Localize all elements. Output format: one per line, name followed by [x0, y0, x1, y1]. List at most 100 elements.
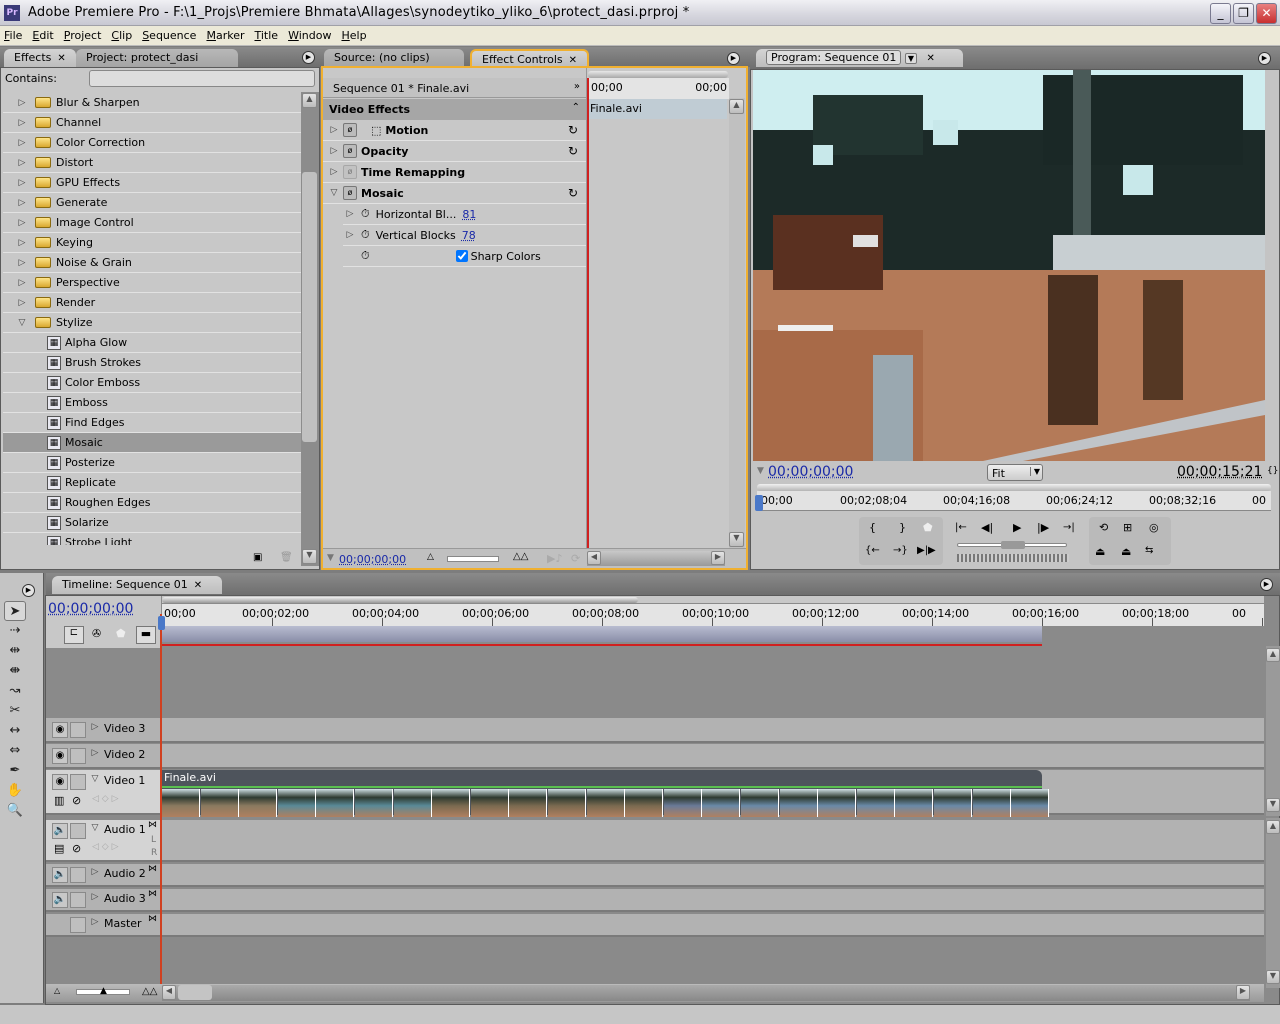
- lift-icon[interactable]: ⏏: [1095, 545, 1105, 558]
- sync-lock-icon[interactable]: ⋈: [148, 889, 157, 899]
- program-zoom-bar[interactable]: [757, 484, 1271, 491]
- timeline-playhead-line[interactable]: [160, 614, 162, 986]
- expand-triangle-icon[interactable]: ▷: [17, 298, 27, 308]
- loop-icon[interactable]: ⟲: [1099, 521, 1108, 534]
- collapse-triangle-icon[interactable]: ▽: [17, 318, 27, 328]
- scroll-left-button[interactable]: ◀: [162, 985, 176, 1000]
- timeline-playhead-handle[interactable]: [158, 616, 165, 630]
- tab-program[interactable]: Program: Sequence 01 ▼ ✕: [756, 49, 963, 67]
- expand-triangle-icon[interactable]: ▷: [345, 230, 355, 240]
- panel-menu-icon[interactable]: ▶: [22, 584, 35, 597]
- scroll-down-button[interactable]: ▼: [729, 532, 744, 547]
- stopwatch-icon[interactable]: ⏱: [361, 249, 370, 263]
- reset-icon[interactable]: ↻: [568, 186, 578, 200]
- effect-row-time-remapping[interactable]: ▷ ø Time Remapping: [323, 162, 586, 183]
- effect-folder[interactable]: ▷ Keying: [3, 233, 301, 253]
- tab-project[interactable]: Project: protect_dasi: [76, 49, 239, 67]
- effect-row-mosaic[interactable]: ▽ ø Mosaic ↻: [323, 183, 586, 204]
- effect-item[interactable]: ▦ Alpha Glow: [3, 333, 301, 353]
- scroll-down-button[interactable]: ▼: [1266, 798, 1280, 812]
- mark-in-icon[interactable]: {: [869, 521, 876, 534]
- zoom-in-icon[interactable]: △△: [142, 986, 157, 997]
- zoom-in-icon[interactable]: △△: [513, 551, 528, 562]
- expand-triangle-icon[interactable]: ▷: [329, 146, 339, 156]
- razor-tool[interactable]: ✂: [4, 701, 26, 721]
- track-lane-video-3[interactable]: [162, 718, 1264, 743]
- effect-item[interactable]: ▦ Find Edges: [3, 413, 301, 433]
- scroll-down-button[interactable]: ▼: [1266, 970, 1280, 984]
- expand-triangle-icon[interactable]: ▷: [329, 167, 339, 177]
- fx-toggle-icon[interactable]: ø: [343, 144, 357, 158]
- expand-triangle-icon[interactable]: ▷: [17, 198, 27, 208]
- rate-stretch-tool[interactable]: ↝: [4, 681, 26, 701]
- step-forward-icon[interactable]: |▶: [1037, 521, 1049, 534]
- mark-out-icon[interactable]: }: [899, 521, 906, 534]
- set-encore-marker-icon[interactable]: ✇: [92, 627, 101, 640]
- h-scroll-thumb[interactable]: [178, 985, 212, 1000]
- effect-folder[interactable]: ▷ Generate: [3, 193, 301, 213]
- menu-file[interactable]: File: [4, 29, 22, 42]
- effect-item[interactable]: ▦ Posterize: [3, 453, 301, 473]
- toggle-track-output-speaker-icon[interactable]: 🔈: [52, 823, 68, 839]
- program-sequence-select[interactable]: Program: Sequence 01: [766, 50, 902, 65]
- toggle-track-output-speaker-icon[interactable]: 🔈: [52, 867, 68, 883]
- ec-zoom-bar[interactable]: [588, 71, 728, 78]
- zoom-level-select[interactable]: Fit ▼: [987, 464, 1043, 481]
- step-back-edit-icon[interactable]: |←: [955, 522, 967, 533]
- dropdown-arrow-icon[interactable]: ▼: [904, 53, 918, 64]
- reset-icon[interactable]: ↻: [568, 123, 578, 137]
- panel-menu-icon[interactable]: ▶: [1260, 578, 1273, 591]
- scroll-up-button[interactable]: ▲: [1266, 820, 1280, 834]
- motion-transform-icon[interactable]: ⬚: [371, 124, 381, 137]
- video-clip-finale[interactable]: Finale.avi: [162, 770, 1050, 817]
- snap-toggle-icon[interactable]: ⊏: [64, 626, 84, 644]
- track-select-tool[interactable]: ⇢: [4, 621, 26, 641]
- sync-lock-icon[interactable]: ⋈: [148, 864, 157, 874]
- safe-margins-toggle-icon[interactable]: ⊞: [1123, 521, 1132, 534]
- tab-effects[interactable]: Effects ✕: [4, 49, 76, 67]
- tab-timeline[interactable]: Timeline: Sequence 01 ✕: [52, 576, 223, 594]
- effect-folder[interactable]: ▷ Perspective: [3, 273, 301, 293]
- ec-timecode[interactable]: 00;00;00;00: [339, 553, 406, 566]
- effect-item[interactable]: ▦ Color Emboss: [3, 373, 301, 393]
- toggle-track-lock[interactable]: [70, 867, 86, 883]
- menu-title[interactable]: Title: [254, 29, 278, 42]
- shuttle-handle[interactable]: [1001, 541, 1025, 549]
- panel-menu-icon[interactable]: ▶: [727, 52, 740, 65]
- sync-lock-icon[interactable]: ⋈: [148, 820, 157, 830]
- timeline-h-scrollbar[interactable]: ◀ ▶: [162, 985, 1250, 1001]
- zoom-out-icon[interactable]: △: [427, 552, 434, 562]
- scroll-up-button[interactable]: ▲: [729, 99, 744, 114]
- effect-item[interactable]: ▦ Strobe Light: [3, 533, 301, 545]
- menu-sequence[interactable]: Sequence: [142, 29, 196, 42]
- effect-item[interactable]: ▦ Roughen Edges: [3, 493, 301, 513]
- panel-menu-icon[interactable]: ▶: [1258, 52, 1271, 65]
- expand-track-triangle-icon[interactable]: ▷: [90, 892, 100, 902]
- jog-wheel[interactable]: [957, 554, 1069, 562]
- work-area-bar[interactable]: [162, 626, 1042, 642]
- menu-edit[interactable]: Edit: [32, 29, 53, 42]
- play-in-to-out-icon[interactable]: ▶|▶: [917, 545, 936, 556]
- toggle-track-lock[interactable]: [70, 722, 86, 738]
- slide-tool[interactable]: ⇔: [4, 741, 26, 761]
- tab-source[interactable]: Source: (no clips): [324, 49, 464, 67]
- collapse-track-triangle-icon[interactable]: ▽: [90, 823, 100, 833]
- toggle-track-lock[interactable]: [70, 774, 86, 790]
- expand-triangle-icon[interactable]: ▷: [17, 138, 27, 148]
- go-to-out-icon[interactable]: →}: [893, 545, 908, 556]
- scroll-right-button[interactable]: ▶: [711, 551, 725, 565]
- close-tab-icon[interactable]: ✕: [927, 53, 935, 64]
- new-bin-icon[interactable]: ▣: [253, 552, 262, 563]
- trim-icon[interactable]: ⇆: [1145, 545, 1153, 556]
- output-icon[interactable]: ◎: [1149, 521, 1159, 534]
- vertical-blocks-value[interactable]: 78: [462, 229, 476, 242]
- program-current-time[interactable]: 00;00;00;00: [768, 464, 853, 480]
- expand-triangle-icon[interactable]: ▷: [345, 209, 355, 219]
- toggle-track-output-eye-icon[interactable]: ◉: [52, 774, 68, 790]
- effect-row-motion[interactable]: ▷ ø ⬚ Motion ↻: [323, 120, 586, 141]
- sharp-colors-checkbox[interactable]: [455, 250, 468, 262]
- expand-track-triangle-icon[interactable]: ▷: [90, 722, 100, 732]
- ripple-edit-tool[interactable]: ⇹: [4, 641, 26, 661]
- stopwatch-icon[interactable]: ⏱: [361, 228, 370, 242]
- scroll-up-button[interactable]: ▲: [302, 93, 317, 108]
